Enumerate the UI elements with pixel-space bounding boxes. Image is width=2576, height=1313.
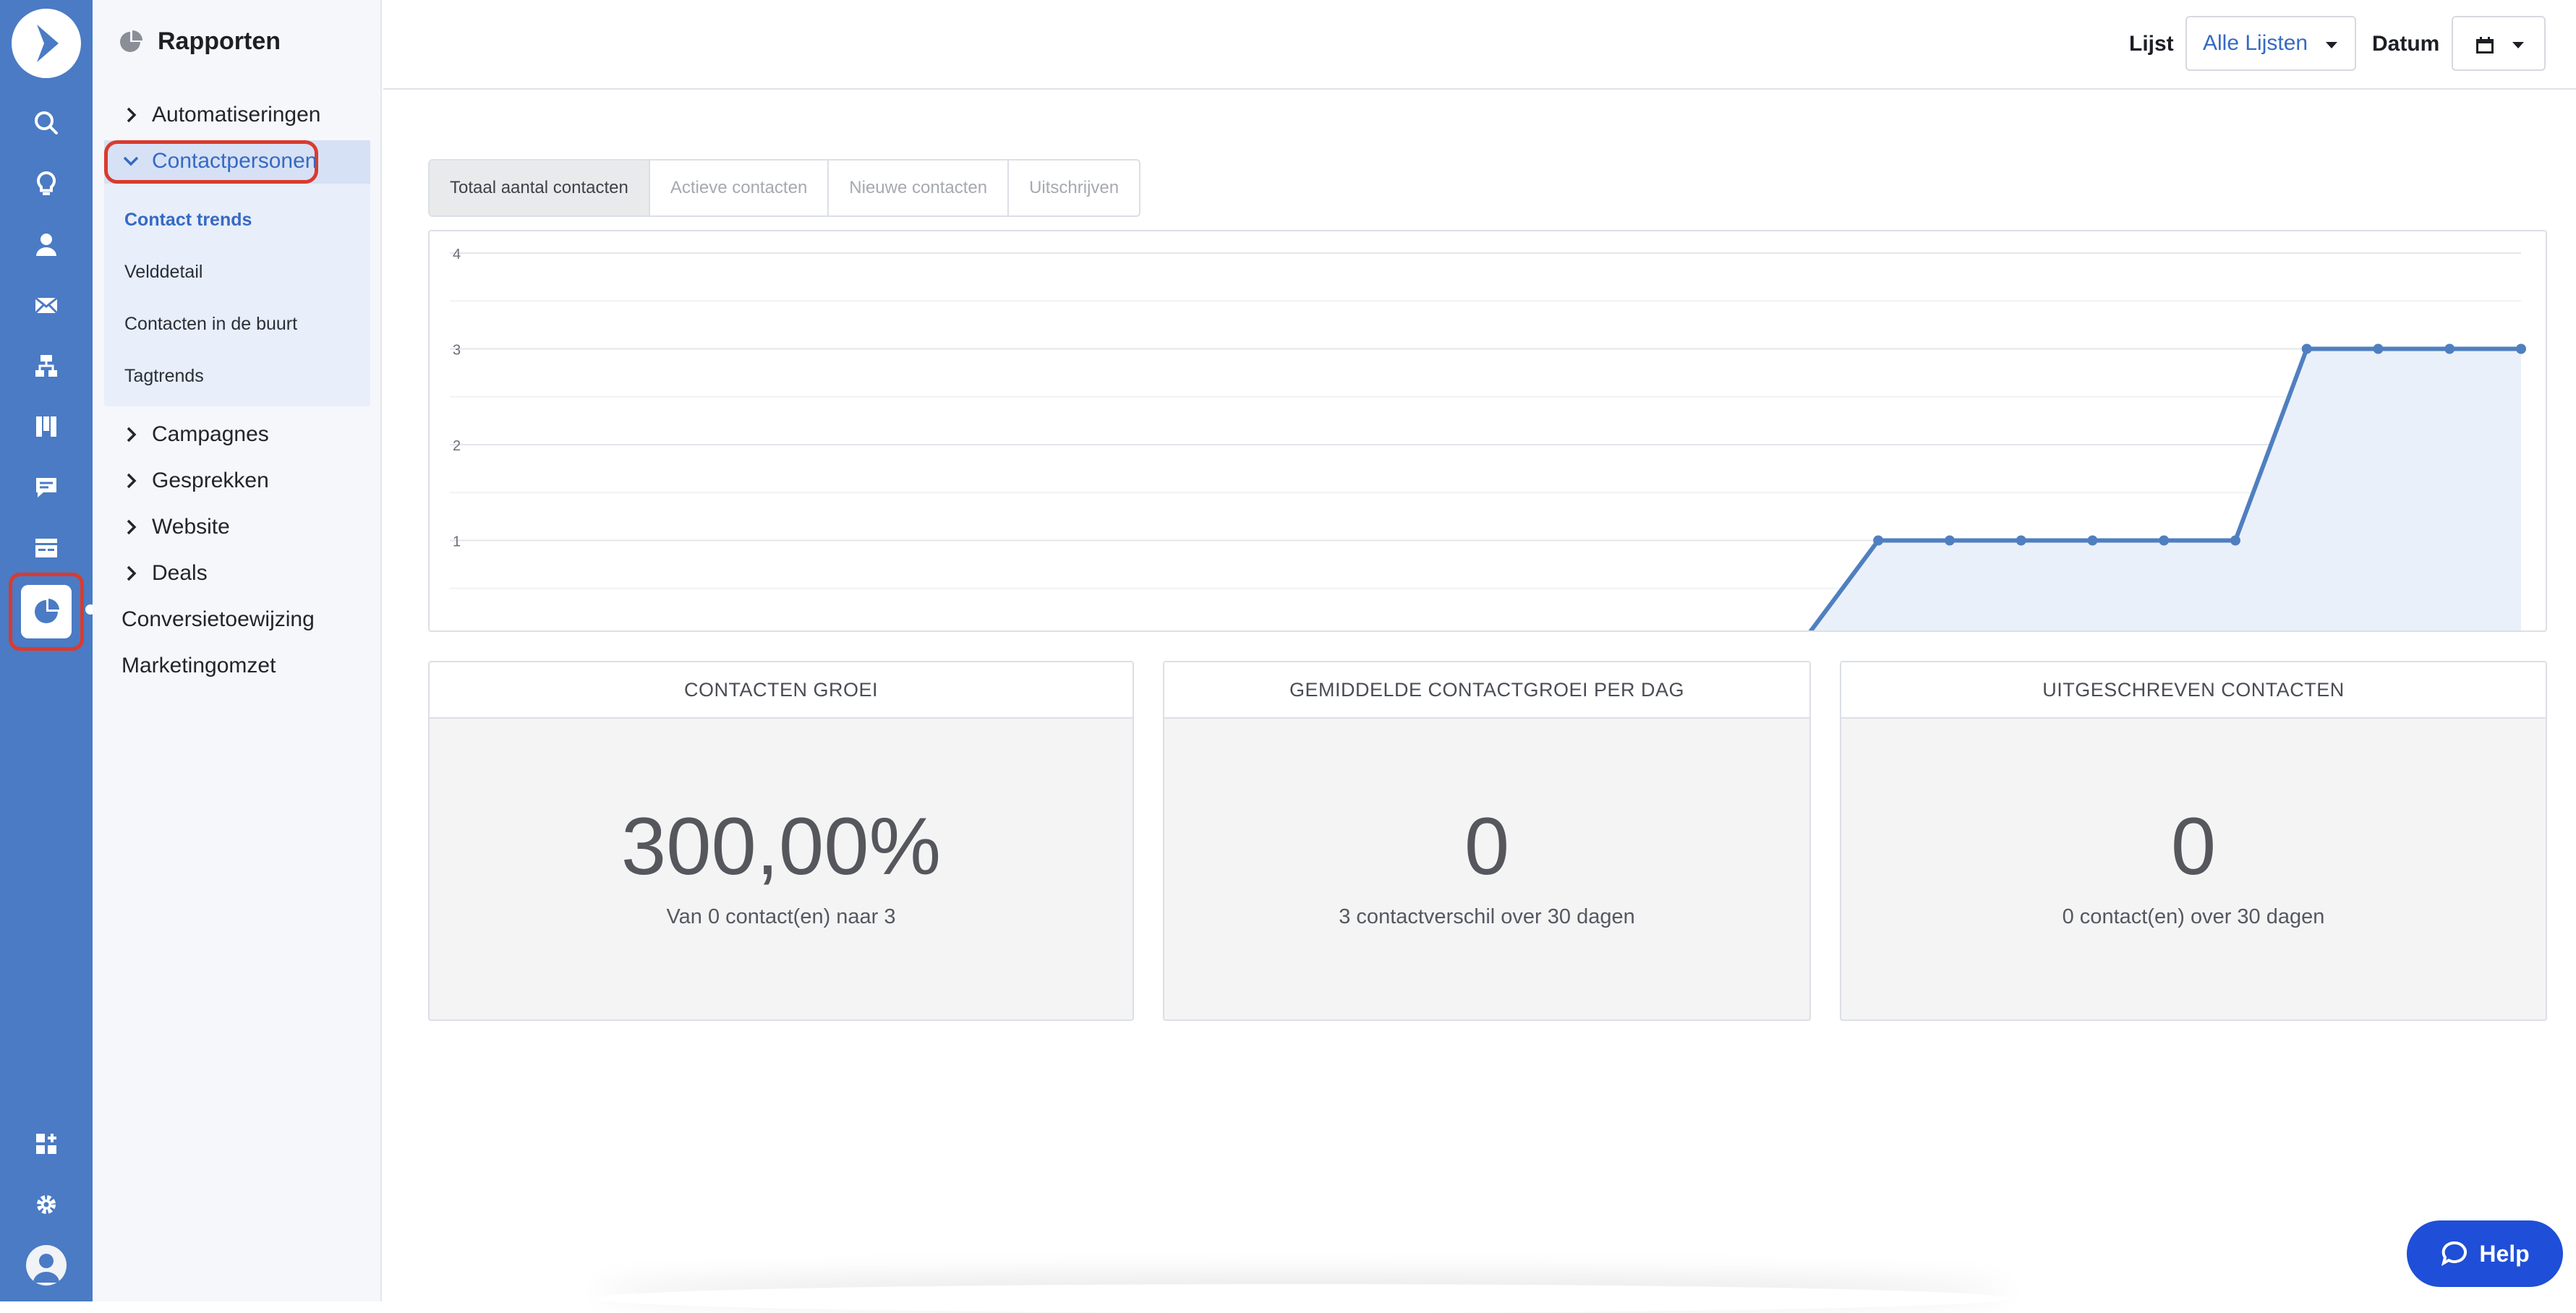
y-tick-label: 2 [453,438,461,454]
contact-trend-chart: 1 2 3 4 [428,230,2547,632]
logo-icon[interactable] [12,9,81,78]
sidebar-title: Rapporten [158,27,281,55]
sidebar-item-marketingomzet[interactable]: Marketingomzet [121,654,276,678]
date-label: Datum [2372,32,2440,56]
data-point [1873,535,1884,546]
chart-svg: 1 2 3 4 [450,247,2526,630]
contact-icon[interactable] [10,214,82,275]
caret-down-icon [2512,42,2524,48]
chevron-right-icon [127,427,137,442]
website-icon[interactable] [10,518,82,578]
card-value: 300,00% [620,801,942,891]
data-point [2444,343,2455,354]
data-point [2301,343,2312,354]
scroll-shadow [593,1284,2010,1313]
sidebar-item-website[interactable]: Website [121,515,230,539]
sidebar-item-contactpersonen[interactable]: Contactpersonen [121,149,317,174]
chat-bubble-icon [2441,1241,2468,1267]
automation-icon[interactable] [10,335,82,396]
tab-totaal-aantal-contacten[interactable]: Totaal aantal contacten [430,161,650,215]
data-point [2230,535,2240,546]
sidebar-item-deals[interactable]: Deals [121,561,208,586]
apps-icon[interactable] [10,1113,82,1174]
data-point [2159,535,2170,546]
chevron-right-icon [127,107,137,123]
sidebar-item-gesprekken[interactable]: Gesprekken [121,469,269,493]
card-value: 0 [2170,801,2217,891]
reports-sidebar: Rapporten Automatiseringen Contactperson… [93,0,382,1301]
sidebar-item-label: Website [152,515,230,539]
data-point [2016,535,2026,546]
card-contacten-groei: CONTACTEN GROEI 300,00% Van 0 contact(en… [428,661,1134,1021]
y-tick-label: 4 [453,247,461,262]
sidebar-header: Rapporten [119,27,281,56]
sidebar-item-label: Gesprekken [152,469,269,492]
chevron-right-icon [127,473,137,489]
data-point [2373,343,2384,354]
sidebar-item-label: Automatiseringen [152,103,321,127]
lightbulb-icon[interactable] [10,153,82,214]
sidebar-item-conversietoewijzing[interactable]: Conversietoewijzing [121,607,315,632]
y-tick-label: 1 [453,534,461,550]
sub-item-contact-trends[interactable]: Contact trends [124,210,252,231]
list-label: Lijst [2129,32,2174,56]
date-picker[interactable] [2452,16,2546,71]
list-select[interactable]: Alle Lijsten [2185,16,2356,71]
sub-item-velddetail[interactable]: Velddetail [124,262,202,283]
reports-icon[interactable] [21,585,72,638]
search-icon[interactable] [10,93,82,153]
card-title: CONTACTEN GROEI [430,662,1133,719]
help-label: Help [2479,1240,2530,1267]
sidebar-item-automatiseringen[interactable]: Automatiseringen [121,103,320,127]
list-select-value: Alle Lijsten [2203,31,2308,55]
data-point [2087,535,2098,546]
pipeline-icon[interactable] [10,396,82,457]
caret-down-icon [2326,42,2337,48]
chevron-right-icon [127,565,137,581]
sub-item-tagtrends[interactable]: Tagtrends [124,366,204,387]
chevron-down-icon [123,156,139,166]
card-subtext: Van 0 contact(en) naar 3 [666,905,896,928]
pie-chart-icon [120,30,142,52]
conversation-icon[interactable] [10,457,82,518]
card-gemiddelde-contactgroei: GEMIDDELDE CONTACTGROEI PER DAG 0 3 cont… [1163,661,1811,1021]
avatar-icon[interactable] [26,1245,67,1286]
card-subtext: 0 contact(en) over 30 dagen [2062,905,2325,928]
metric-tabs: Totaal aantal contacten Actieve contacte… [428,159,1141,217]
envelope-icon[interactable] [10,275,82,335]
sub-item-contacten-in-de-buurt[interactable]: Contacten in de buurt [124,314,297,335]
help-button[interactable]: Help [2407,1220,2563,1287]
card-subtext: 3 contactverschil over 30 dagen [1339,905,1635,928]
tab-uitschrijven[interactable]: Uitschrijven [1009,161,1140,215]
reports-nav-highlight [9,573,84,651]
chevron-right-icon [127,519,137,535]
card-uitgeschreven-contacten: UITGESCHREVEN CONTACTEN 0 0 contact(en) … [1840,661,2547,1021]
data-point [2516,343,2526,354]
tab-actieve-contacten[interactable]: Actieve contacten [649,161,829,215]
sidebar-item-label: Contactpersonen [152,149,317,173]
sidebar-item-label: Campagnes [152,422,269,446]
y-tick-label: 3 [453,343,461,359]
icon-rail [0,0,95,1301]
gear-icon[interactable] [10,1174,82,1235]
calendar-icon [2476,37,2494,54]
card-title: UITGESCHREVEN CONTACTEN [1841,662,2546,719]
sidebar-item-label: Deals [152,561,208,585]
tab-nieuwe-contacten[interactable]: Nieuwe contacten [829,161,1010,215]
card-title: GEMIDDELDE CONTACTGROEI PER DAG [1164,662,1809,719]
sidebar-item-campagnes[interactable]: Campagnes [121,422,269,447]
card-value: 0 [1464,801,1510,891]
data-point [1944,535,1955,546]
